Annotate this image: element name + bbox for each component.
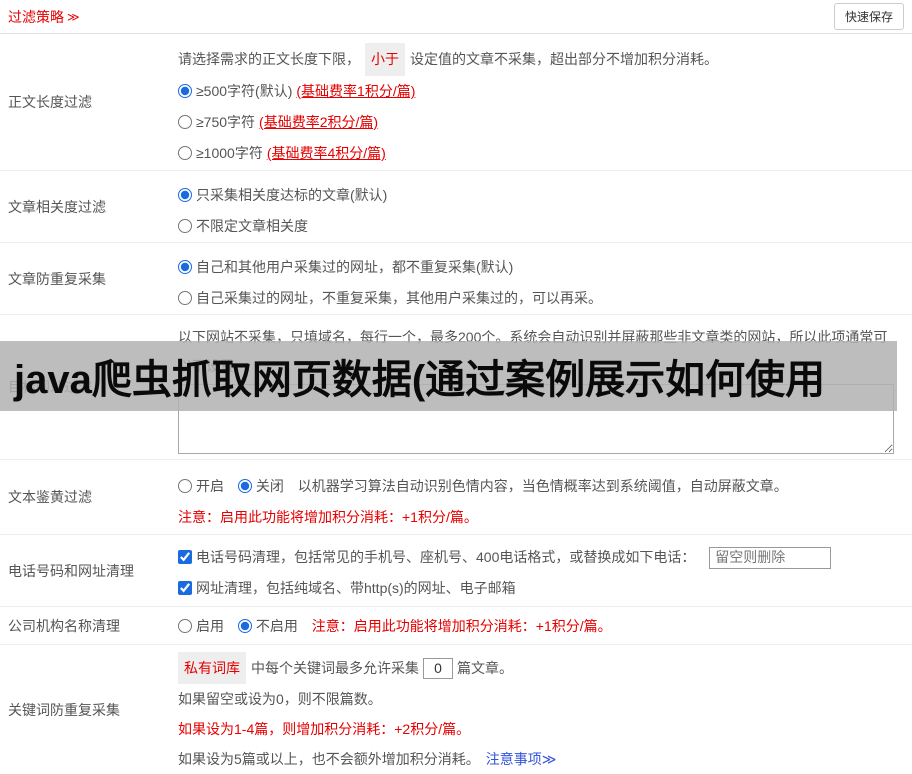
- keyword-limit-five-hint: 如果设为5篇或以上，也不会额外增加积分消耗。: [178, 751, 480, 767]
- porn-filter-note: 注意：启用此功能将增加积分消耗：+1积分/篇。: [178, 509, 478, 525]
- keyword-limit-zero-hint: 如果留空或设为0，则不限篇数。: [178, 691, 382, 707]
- company-clean-on-radio[interactable]: [178, 619, 192, 633]
- length-option-500-radio[interactable]: [178, 84, 192, 98]
- page-title-text: 过滤策略: [8, 8, 64, 25]
- relevance-option-strict-radio[interactable]: [178, 188, 192, 202]
- length-filter-intro: 请选择需求的正文长度下限， 小于 设定值的文章不采集，超出部分不增加积分消耗。: [178, 43, 904, 76]
- dedup-option-global-radio[interactable]: [178, 260, 192, 274]
- company-clean-option-off[interactable]: 不启用: [237, 618, 302, 634]
- url-clean-checkbox-label[interactable]: 网址清理，包括纯域名、带http(s)的网址、电子邮箱: [178, 580, 516, 596]
- less-than-tag: 小于: [365, 43, 405, 76]
- phone-clean-checkbox-label[interactable]: 电话号码清理，包括常见的手机号、座机号、400电话格式，或替换成如下电话：: [178, 549, 699, 565]
- dedup-option-self[interactable]: 自己采集过的网址，不重复采集，其他用户采集过的，可以再采。: [178, 283, 904, 314]
- keyword-limit-text-after: 篇文章。: [457, 660, 513, 676]
- row-label-porn-filter: 文本鉴黄过滤: [8, 489, 92, 505]
- page-header: 过滤策略 ≫ 快速保存: [0, 0, 912, 34]
- porn-option-off-radio[interactable]: [237, 479, 252, 493]
- notice-link[interactable]: 注意事项≫: [486, 751, 557, 767]
- row-keyword-limit: 关键词防重复采集 私有词库中每个关键词最多允许采集 篇文章。 如果留空或设为0，则…: [0, 645, 912, 774]
- relevance-option-strict[interactable]: 只采集相关度达标的文章(默认): [178, 180, 904, 211]
- keyword-limit-count-input[interactable]: [423, 657, 453, 679]
- keyword-limit-fee-hint: 如果设为1-4篇，则增加积分消耗：+2积分/篇。: [178, 721, 471, 737]
- row-label-company-clean: 公司机构名称清理: [8, 617, 120, 634]
- length-option-750[interactable]: ≥750字符 (基础费率2积分/篇): [178, 107, 904, 138]
- keyword-limit-text-mid: 中每个关键词最多允许采集: [251, 660, 419, 676]
- porn-option-on[interactable]: 开启: [178, 478, 228, 494]
- length-option-500-fee: (基础费率1积分/篇): [296, 83, 416, 99]
- porn-option-off[interactable]: 关闭: [237, 478, 288, 494]
- replacement-phone-input[interactable]: [709, 546, 832, 569]
- row-label-phone-url-clean: 电话号码和网址清理: [8, 562, 134, 579]
- row-label-keyword-limit: 关键词防重复采集: [8, 701, 120, 718]
- length-option-500[interactable]: ≥500字符(默认) (基础费率1积分/篇): [178, 76, 904, 107]
- row-relevance-filter: 文章相关度过滤 只采集相关度达标的文章(默认) 不限定文章相关度: [0, 171, 912, 243]
- row-phone-url-clean: 电话号码和网址清理 电话号码清理，包括常见的手机号、座机号、400电话格式，或替…: [0, 535, 912, 607]
- watermark-overlay-banner: java爬虫抓取网页数据(通过案例展示如何使用: [0, 341, 897, 411]
- length-option-750-radio[interactable]: [178, 115, 192, 129]
- row-content-length-filter: 正文长度过滤 请选择需求的正文长度下限， 小于 设定值的文章不采集，超出部分不增加积…: [0, 34, 912, 171]
- company-clean-note: 注意：启用此功能将增加积分消耗：+1积分/篇。: [311, 618, 612, 634]
- row-label-dedup: 文章防重复采集: [8, 270, 106, 287]
- page-title: 过滤策略 ≫: [8, 7, 80, 27]
- porn-option-on-radio[interactable]: [178, 479, 192, 493]
- porn-filter-desc: 以机器学习算法自动识别色情内容，当色情概率达到系统阈值，自动屏蔽文章。: [297, 478, 788, 494]
- filter-strategy-page: 过滤策略 ≫ 快速保存 正文长度过滤 请选择需求的正文长度下限， 小于 设定值的文章…: [0, 0, 912, 774]
- chevron-double-icon[interactable]: ≫: [67, 10, 80, 24]
- url-clean-checkbox[interactable]: [178, 581, 192, 595]
- row-dedup-filter: 文章防重复采集 自己和其他用户采集过的网址，都不重复采集(默认) 自己采集过的网…: [0, 243, 912, 315]
- length-intro-before: 请选择需求的正文长度下限，: [178, 51, 360, 67]
- dedup-option-self-radio[interactable]: [178, 291, 192, 305]
- company-clean-off-radio[interactable]: [237, 619, 252, 633]
- company-clean-option-on[interactable]: 启用: [178, 618, 228, 634]
- relevance-option-any-radio[interactable]: [178, 219, 192, 233]
- private-lexicon-tag: 私有词库: [178, 652, 246, 684]
- row-company-clean: 公司机构名称清理 启用 不启用 注意：启用此功能将增加积分消耗：+1积分/篇。: [0, 607, 912, 645]
- row-porn-filter: 文本鉴黄过滤 开启 关闭 以机器学习算法自动识别色情内容，当色情概率达到系统阈值…: [0, 460, 912, 535]
- relevance-option-any[interactable]: 不限定文章相关度: [178, 211, 904, 242]
- dedup-option-global[interactable]: 自己和其他用户采集过的网址，都不重复采集(默认): [178, 252, 904, 283]
- length-option-1000-fee: (基础费率4积分/篇): [266, 145, 386, 161]
- row-label-content-length: 正文长度过滤: [8, 94, 92, 110]
- length-option-1000[interactable]: ≥1000字符 (基础费率4积分/篇): [178, 138, 904, 169]
- phone-clean-checkbox[interactable]: [178, 550, 192, 564]
- length-option-1000-radio[interactable]: [178, 146, 192, 160]
- row-label-relevance: 文章相关度过滤: [8, 198, 106, 215]
- length-intro-after: 设定值的文章不采集，超出部分不增加积分消耗。: [410, 51, 718, 67]
- quick-save-button[interactable]: 快速保存: [833, 3, 904, 30]
- length-option-750-fee: (基础费率2积分/篇): [259, 114, 379, 130]
